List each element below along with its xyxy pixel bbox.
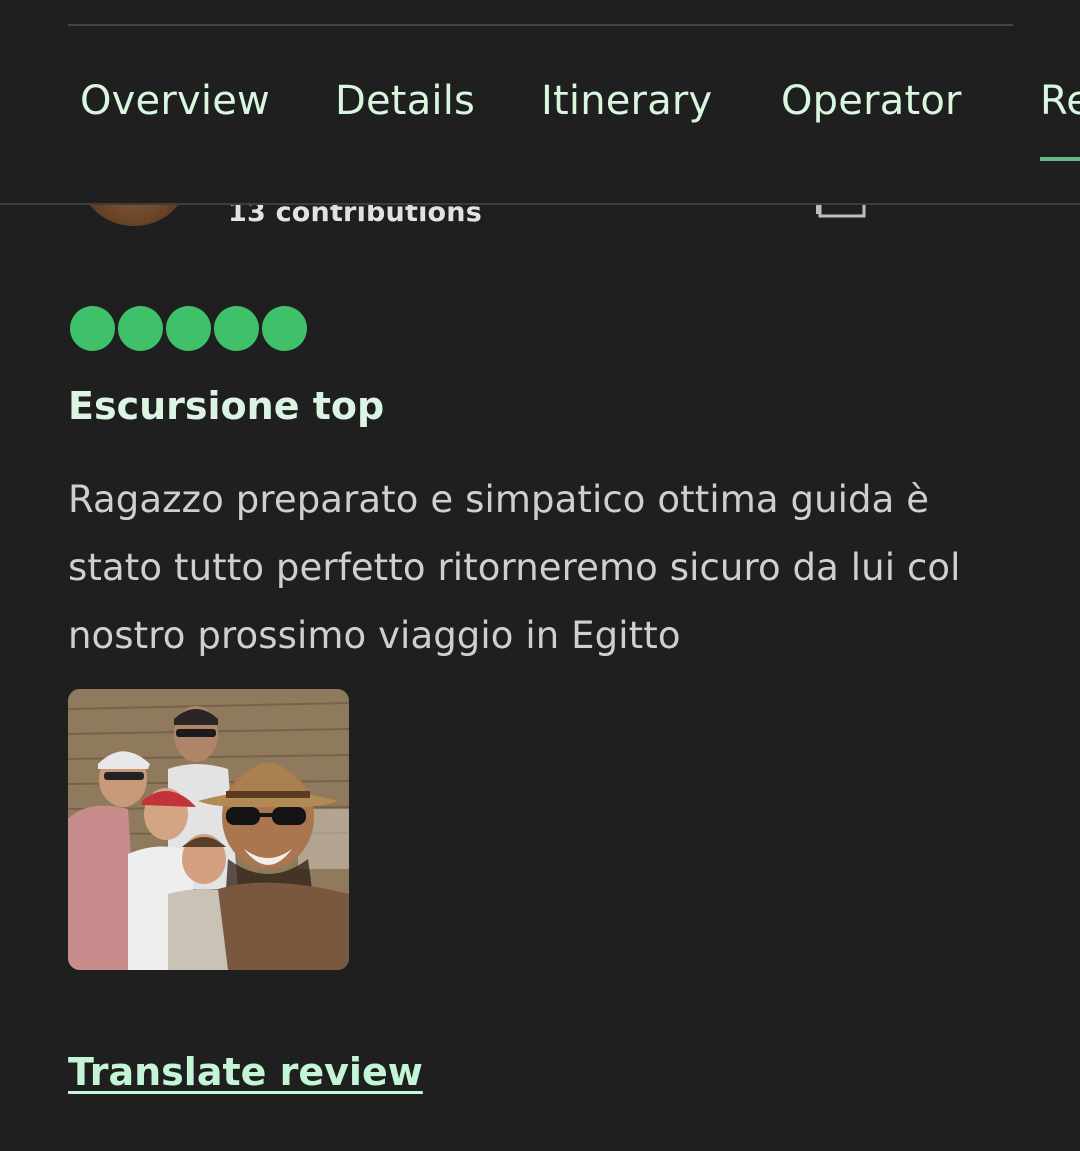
active-tab-indicator — [1040, 157, 1080, 161]
rating-bubble-icon — [262, 306, 307, 351]
review-title: Escursione top — [68, 384, 385, 428]
tab-itinerary[interactable]: Itinerary — [541, 78, 712, 124]
divider — [68, 24, 1013, 26]
review-text: Ragazzo preparato e simpatico ottima gui… — [68, 478, 961, 657]
rating-bubble-icon — [166, 306, 211, 351]
section-tab-bar: Overview Details Itinerary Operator Re — [0, 0, 1080, 205]
tab-details[interactable]: Details — [335, 78, 475, 124]
review-photo[interactable] — [68, 689, 349, 970]
tab-operator[interactable]: Operator — [781, 78, 962, 124]
tab-overview[interactable]: Overview — [80, 78, 270, 124]
tab-reviews[interactable]: Re — [1040, 78, 1080, 124]
rating-bubble-icon — [214, 306, 259, 351]
rating-bubbles — [70, 306, 307, 352]
translate-review-link[interactable]: Translate review — [68, 1050, 423, 1094]
rating-bubble-icon — [118, 306, 163, 351]
rating-bubble-icon — [70, 306, 115, 351]
